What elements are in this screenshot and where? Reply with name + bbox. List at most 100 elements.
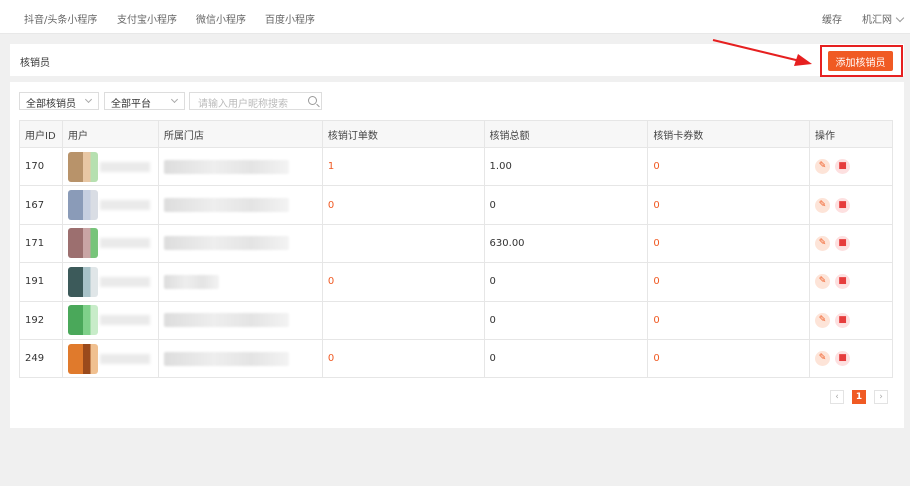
cell-orders	[321, 223, 485, 264]
cell-user	[61, 338, 159, 379]
avatar	[67, 151, 98, 182]
cell-total: 0	[483, 338, 649, 379]
cell-user	[61, 146, 159, 187]
cell-id: 171	[19, 223, 63, 264]
cell-id: 170	[19, 146, 63, 187]
cell-total: 630.00	[483, 223, 649, 264]
cell-orders: 1	[321, 146, 485, 187]
page-1-button[interactable]: 1	[852, 390, 866, 404]
blurred-store	[163, 198, 289, 213]
cell-total: 1.00	[483, 146, 649, 187]
search-placeholder: 请输入用户昵称搜索	[198, 99, 288, 110]
cell-coupons: 0	[647, 146, 811, 187]
trash-icon[interactable]: ■	[835, 235, 851, 251]
cell-id: 249	[19, 338, 63, 379]
table-row: 249 0 0 0 ✎ ■	[19, 338, 893, 379]
cell-total: 0	[483, 300, 649, 340]
trash-icon[interactable]: ■	[835, 197, 851, 213]
trash-icon[interactable]: ■	[835, 274, 851, 290]
cell-coupons: 0	[647, 185, 811, 225]
platform-select[interactable]: 全部平台	[104, 92, 185, 110]
col-store: 所属门店	[157, 120, 323, 148]
blurred-name	[99, 315, 150, 326]
col-total: 核销总额	[483, 120, 649, 148]
cell-actions: ✎ ■	[809, 146, 893, 187]
cell-actions: ✎ ■	[809, 223, 893, 264]
pencil-icon[interactable]: ✎	[815, 351, 831, 367]
table-row: 170 1 1.00 0 ✎ ■	[19, 146, 893, 187]
chevron-down-icon	[84, 95, 93, 104]
cell-coupons: 0	[647, 262, 811, 302]
platform-select-value: 全部平台	[111, 99, 151, 110]
cell-total: 0	[483, 262, 649, 302]
chevron-down-icon	[895, 13, 905, 23]
blurred-name	[99, 200, 150, 211]
staff-select[interactable]: 全部核销员	[19, 92, 99, 110]
blurred-store	[163, 274, 219, 289]
blurred-name	[99, 276, 150, 287]
cell-orders: 0	[321, 262, 485, 302]
avatar	[67, 343, 98, 374]
col-orders: 核销订单数	[321, 120, 485, 148]
cell-store	[157, 300, 323, 340]
tab-douyin[interactable]: 抖音/头条小程序	[24, 11, 97, 26]
top-nav: 抖音/头条小程序 支付宝小程序 微信小程序 百度小程序 缓存 机汇网	[0, 0, 910, 34]
user-menu[interactable]: 机汇网	[862, 11, 905, 26]
cell-total: 0	[483, 185, 649, 225]
cell-store	[157, 146, 323, 187]
cell-actions: ✎ ■	[809, 262, 893, 302]
table-row: 171 630.00 0 ✎ ■	[19, 223, 893, 264]
tab-alipay[interactable]: 支付宝小程序	[117, 11, 177, 26]
tab-baidu[interactable]: 百度小程序	[265, 11, 315, 26]
col-user-id: 用户ID	[19, 120, 63, 148]
cell-user	[61, 262, 159, 302]
chevron-down-icon	[170, 95, 179, 104]
blurred-name	[99, 353, 150, 364]
cell-orders: 0	[321, 338, 485, 379]
cell-id: 192	[19, 300, 63, 340]
cell-coupons: 0	[647, 223, 811, 264]
avatar	[67, 190, 98, 221]
staff-select-value: 全部核销员	[26, 99, 76, 110]
trash-icon[interactable]: ■	[835, 159, 851, 175]
avatar	[67, 305, 98, 336]
search-icon[interactable]	[308, 96, 317, 105]
page-header: 核销员	[10, 44, 904, 76]
blurred-store	[163, 159, 289, 174]
table-header: 用户ID 用户 所属门店 核销订单数 核销总额 核销卡券数 操作	[19, 120, 893, 148]
pencil-icon[interactable]: ✎	[815, 312, 831, 328]
cell-actions: ✎ ■	[809, 185, 893, 225]
tab-wechat[interactable]: 微信小程序	[196, 11, 246, 26]
cell-user	[61, 185, 159, 225]
cell-store	[157, 338, 323, 379]
col-actions: 操作	[809, 120, 893, 148]
cell-user	[61, 300, 159, 340]
cell-coupons: 0	[647, 338, 811, 379]
avatar	[67, 228, 98, 259]
pencil-icon[interactable]: ✎	[815, 159, 831, 175]
table-row: 192 0 0 ✎ ■	[19, 300, 893, 340]
cell-orders	[321, 300, 485, 340]
cache-link[interactable]: 缓存	[822, 11, 842, 26]
cell-actions: ✎ ■	[809, 338, 893, 379]
trash-icon[interactable]: ■	[835, 351, 851, 367]
trash-icon[interactable]: ■	[835, 312, 851, 328]
prev-page-button[interactable]: ‹	[830, 390, 844, 404]
page-title: 核销员	[20, 58, 50, 69]
cell-orders: 0	[321, 185, 485, 225]
col-user: 用户	[61, 120, 159, 148]
user-name: 机汇网	[862, 15, 892, 26]
table-row: 191 0 0 0 ✎ ■	[19, 262, 893, 302]
cell-store	[157, 223, 323, 264]
cell-user	[61, 223, 159, 264]
next-page-button[interactable]: ›	[874, 390, 888, 404]
cell-coupons: 0	[647, 300, 811, 340]
pencil-icon[interactable]: ✎	[815, 197, 831, 213]
pencil-icon[interactable]: ✎	[815, 235, 831, 251]
add-staff-button[interactable]: 添加核销员	[828, 51, 893, 71]
cell-id: 167	[19, 185, 63, 225]
search-input[interactable]: 请输入用户昵称搜索	[189, 92, 322, 110]
pencil-icon[interactable]: ✎	[815, 274, 831, 290]
avatar	[67, 266, 98, 297]
blurred-store	[163, 313, 289, 328]
